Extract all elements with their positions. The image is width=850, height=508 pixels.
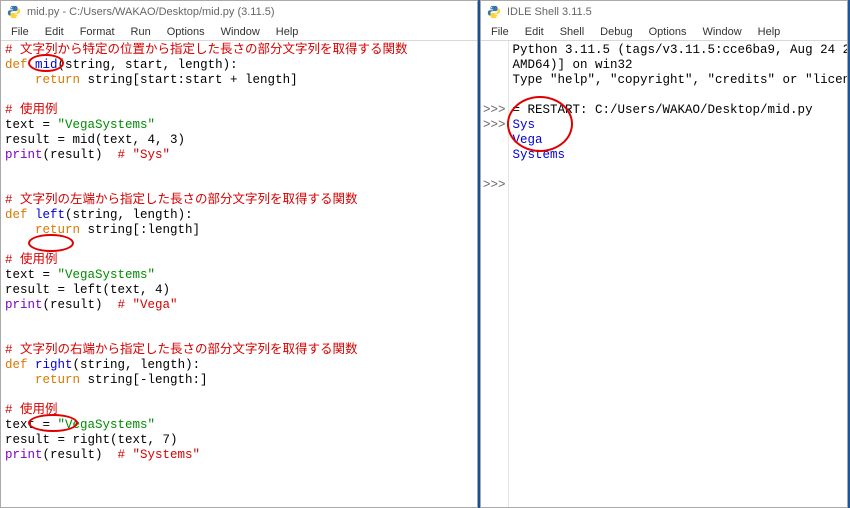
code-func-right: right: [35, 358, 73, 372]
code-sig: (string, length):: [73, 358, 201, 372]
shell-titlebar: IDLE Shell 3.11.5: [481, 1, 847, 23]
code-call: result = left(text, 4): [5, 283, 170, 297]
code-comment: # 文字列から特定の位置から指定した長さの部分文字列を取得する関数: [5, 43, 408, 57]
menu-debug[interactable]: Debug: [592, 25, 640, 39]
shell-output-systems: Systems: [513, 148, 566, 162]
shell-title: IDLE Shell 3.11.5: [507, 6, 592, 18]
code-comment: # 使用例: [5, 103, 58, 117]
python-icon: [487, 5, 501, 19]
code-assign: text =: [5, 418, 58, 432]
code-body: string[:length]: [80, 223, 200, 237]
code-string: "VegaSystems": [58, 418, 156, 432]
shell-banner: Python 3.11.5 (tags/v3.11.5:cce6ba9, Aug…: [513, 43, 847, 57]
code-print-arg: (result): [43, 448, 118, 462]
menu-file[interactable]: File: [3, 25, 37, 39]
editor-titlebar: mid.py - C:/Users/WAKAO/Desktop/mid.py (…: [1, 1, 477, 23]
editor-body[interactable]: # 文字列から特定の位置から指定した長さの部分文字列を取得する関数 def mi…: [1, 41, 477, 507]
shell-window: IDLE Shell 3.11.5 File Edit Shell Debug …: [480, 0, 848, 508]
menu-edit[interactable]: Edit: [517, 25, 552, 39]
code-string: "VegaSystems": [58, 268, 156, 282]
menu-run[interactable]: Run: [123, 25, 159, 39]
shell-prompt: >>>: [483, 103, 506, 117]
code-keyword-def: def: [5, 358, 28, 372]
menu-options[interactable]: Options: [641, 25, 695, 39]
menu-window[interactable]: Window: [213, 25, 268, 39]
menu-edit[interactable]: Edit: [37, 25, 72, 39]
menu-help[interactable]: Help: [268, 25, 307, 39]
code-print-arg: (result): [43, 148, 118, 162]
code-comment: # 使用例: [5, 253, 58, 267]
code-func-mid: mid: [35, 58, 58, 72]
menu-format[interactable]: Format: [72, 25, 123, 39]
code-print-arg: (result): [43, 298, 118, 312]
code-builtin-print: print: [5, 298, 43, 312]
code-keyword-def: def: [5, 58, 28, 72]
code-call: result = mid(text, 4, 3): [5, 133, 185, 147]
menu-window[interactable]: Window: [695, 25, 750, 39]
editor-window: mid.py - C:/Users/WAKAO/Desktop/mid.py (…: [0, 0, 478, 508]
code-assign: text =: [5, 268, 58, 282]
code-sig: (string, length):: [65, 208, 193, 222]
code-comment: # 文字列の右端から指定した長さの部分文字列を取得する関数: [5, 343, 358, 357]
menu-shell[interactable]: Shell: [552, 25, 592, 39]
code-keyword-def: def: [5, 208, 28, 222]
code-builtin-print: print: [5, 448, 43, 462]
editor-menubar: File Edit Format Run Options Window Help: [1, 23, 477, 41]
python-icon: [7, 5, 21, 19]
code-keyword-return: return: [35, 223, 80, 237]
menu-file[interactable]: File: [483, 25, 517, 39]
code-comment: #: [118, 448, 133, 462]
shell-body-container[interactable]: >>> >>> >>> Python 3.11.5 (tags/v3.11.5:…: [481, 41, 847, 507]
code-comment-literal: "Systems": [133, 448, 201, 462]
code-body: string[-length:]: [80, 373, 208, 387]
shell-banner: Type "help", "copyright", "credits" or "…: [513, 73, 847, 87]
code-keyword-return: return: [35, 73, 80, 87]
code-body: string[start:start + length]: [80, 73, 298, 87]
editor-title: mid.py - C:/Users/WAKAO/Desktop/mid.py (…: [27, 6, 275, 18]
code-sig: (string, start, length):: [58, 58, 238, 72]
code-builtin-print: print: [5, 148, 43, 162]
shell-restart: = RESTART: C:/Users/WAKAO/Desktop/mid.py: [513, 103, 821, 117]
shell-prompt: >>>: [483, 178, 506, 192]
code-comment: # 使用例: [5, 403, 58, 417]
shell-gutter: >>> >>> >>>: [481, 41, 509, 507]
shell-body[interactable]: Python 3.11.5 (tags/v3.11.5:cce6ba9, Aug…: [509, 41, 847, 507]
shell-prompt: >>>: [483, 118, 506, 132]
shell-banner: AMD64)] on win32: [513, 58, 633, 72]
code-comment: #: [118, 298, 133, 312]
code-comment-literal: "Sys": [133, 148, 171, 162]
code-call: result = right(text, 7): [5, 433, 178, 447]
shell-output-sys: Sys: [513, 118, 536, 132]
shell-output-vega: Vega: [513, 133, 543, 147]
code-keyword-return: return: [35, 373, 80, 387]
code-func-left: left: [35, 208, 65, 222]
shell-menubar: File Edit Shell Debug Options Window Hel…: [481, 23, 847, 41]
menu-help[interactable]: Help: [750, 25, 789, 39]
code-assign: text =: [5, 118, 58, 132]
code-comment-literal: "Vega": [133, 298, 178, 312]
code-string: "VegaSystems": [58, 118, 156, 132]
code-comment: # 文字列の左端から指定した長さの部分文字列を取得する関数: [5, 193, 358, 207]
code-comment: #: [118, 148, 133, 162]
menu-options[interactable]: Options: [159, 25, 213, 39]
